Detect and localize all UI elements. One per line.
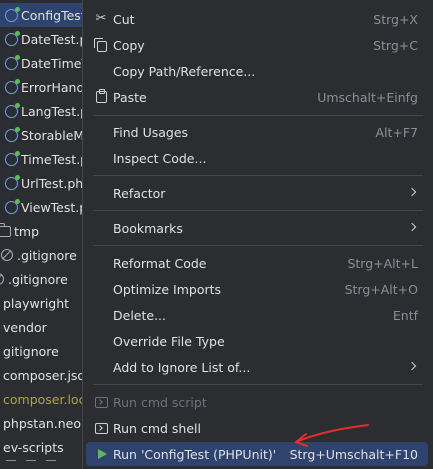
tree-item[interactable]: .gitignore: [0, 267, 68, 291]
terminal-icon: [94, 395, 108, 409]
tree-item[interactable]: ViewTest.p: [0, 195, 87, 219]
tree-item-playwright[interactable]: playwright: [0, 291, 69, 315]
php-class-icon: [4, 6, 20, 22]
tree-item-configtest[interactable]: ConfigTest: [0, 3, 90, 27]
chevron-right-icon: [407, 222, 417, 232]
tree-item[interactable]: TimeTest.p: [0, 147, 88, 171]
chevron-right-icon: [407, 361, 417, 371]
menu-separator: [93, 175, 423, 176]
php-class-icon: [4, 102, 20, 118]
menu-item-run-cmd-shell[interactable]: Run cmd shell: [86, 416, 428, 440]
chevron-right-icon: [407, 187, 417, 197]
scissors-icon: ✂: [95, 11, 107, 26]
menu-item-optimize-imports[interactable]: Optimize Imports Strg+Alt+O: [86, 277, 428, 301]
menu-separator: [93, 384, 423, 385]
tree-item[interactable]: composer.json: [0, 363, 90, 387]
tree-item[interactable]: UrlTest.ph: [0, 171, 83, 195]
ignore-file-icon: [0, 272, 5, 286]
terminal-icon: [94, 421, 108, 435]
tree-item[interactable]: LangTest.p: [0, 99, 88, 123]
php-class-icon: [4, 198, 20, 214]
menu-item-copy-path[interactable]: Copy Path/Reference...: [86, 59, 428, 83]
tree-item[interactable]: ErrorHand: [0, 75, 84, 99]
php-class-icon: [4, 78, 20, 94]
menu-item-add-to-ignore-list[interactable]: Add to Ignore List of...: [86, 355, 428, 379]
php-class-icon: [4, 126, 20, 142]
php-class-icon: [4, 54, 20, 70]
menu-item-bookmarks[interactable]: Bookmarks: [86, 216, 428, 240]
tree-item[interactable]: composer.lock: [0, 387, 90, 411]
tree-item-tmp[interactable]: tmp: [0, 219, 39, 243]
copy-icon: [94, 37, 108, 52]
php-class-icon: [4, 150, 20, 166]
tree-item[interactable]: ev-scripts: [0, 435, 64, 459]
folder-icon: [0, 222, 11, 238]
menu-separator: [93, 245, 423, 246]
ignore-file-icon: [0, 248, 14, 262]
menu-item-paste[interactable]: Paste Umschalt+Einfg: [86, 85, 428, 109]
menu-item-delete[interactable]: Delete... Entf: [86, 303, 428, 327]
tree-item[interactable]: DateTest.p: [0, 27, 87, 51]
project-tree: ConfigTest DateTest.p DateTimeT ErrorHan…: [0, 0, 90, 469]
menu-item-cut[interactable]: ✂ Cut Strg+X: [86, 7, 428, 31]
tree-item[interactable]: gitignore: [0, 339, 59, 363]
menu-separator: [93, 115, 423, 116]
tree-item[interactable]: StorableM: [0, 123, 84, 147]
run-play-icon: [94, 447, 108, 461]
menu-separator: [93, 210, 423, 211]
php-class-icon: [4, 30, 20, 46]
tree-item-vendor[interactable]: vendor: [0, 315, 47, 339]
toolbar-icon[interactable]: [26, 460, 36, 466]
context-menu: ✂ Cut Strg+X Copy Strg+C Copy Path/Refer…: [82, 0, 433, 469]
tree-item[interactable]: DateTimeT: [0, 51, 89, 75]
tool-strip: [0, 457, 90, 469]
tree-item[interactable]: phpstan.neon: [0, 411, 89, 435]
toolbar-icon[interactable]: [6, 460, 16, 466]
clipboard-icon: [94, 89, 108, 104]
php-class-icon: [4, 174, 20, 190]
toolbar-icon[interactable]: [46, 460, 56, 466]
menu-item-run-cmd-script[interactable]: Run cmd script: [86, 390, 428, 414]
menu-item-find-usages[interactable]: Find Usages Alt+F7: [86, 120, 428, 144]
menu-item-override-file-type[interactable]: Override File Type: [86, 329, 428, 353]
menu-item-run-configtest[interactable]: Run 'ConfigTest (PHPUnit)' Strg+Umschalt…: [86, 442, 428, 466]
menu-item-copy[interactable]: Copy Strg+C: [86, 33, 428, 57]
menu-item-reformat-code[interactable]: Reformat Code Strg+Alt+L: [86, 251, 428, 275]
menu-item-inspect-code[interactable]: Inspect Code...: [86, 146, 428, 170]
tree-item[interactable]: .gitignore: [0, 243, 77, 267]
menu-item-refactor[interactable]: Refactor: [86, 181, 428, 205]
